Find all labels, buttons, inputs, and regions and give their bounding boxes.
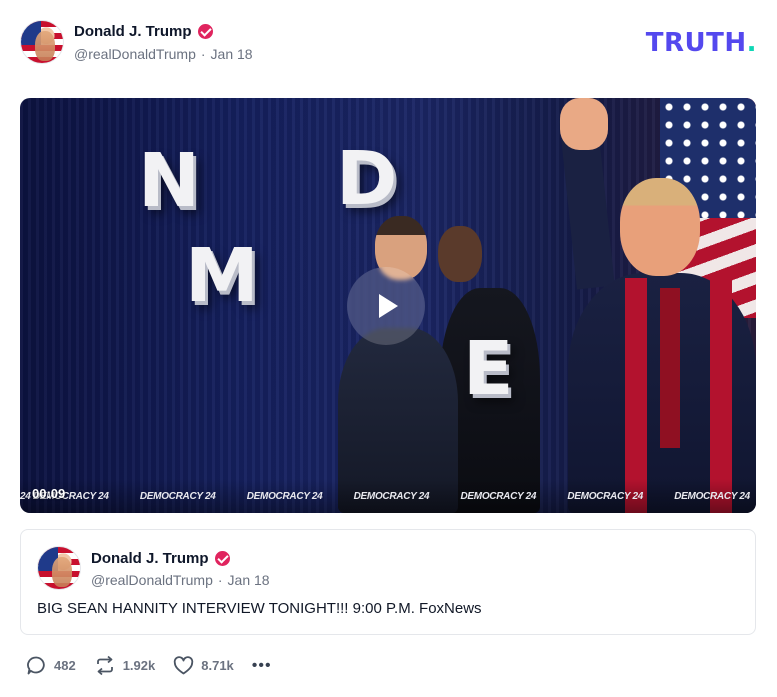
play-icon	[379, 294, 398, 318]
post-actions: 482 1.92k 8.71k •••	[26, 655, 272, 676]
quoted-post-date[interactable]: Jan 18	[228, 572, 270, 588]
quoted-author-name-line: Donald J. Trump	[91, 550, 230, 567]
person-right-head	[620, 178, 700, 276]
truth-logo[interactable]: TRUTH.	[646, 28, 757, 58]
quoted-author-handle[interactable]: @realDonaldTrump	[91, 572, 213, 588]
like-button[interactable]: 8.71k	[173, 655, 234, 676]
democracy-banner: 24 DEMOCRACY 24 DEMOCRACY 24 DEMOCRACY 2…	[20, 479, 756, 513]
handle-separator: ·	[200, 46, 206, 62]
more-dots-icon[interactable]: •••	[252, 657, 272, 675]
post-header: Donald J. Trump @realDonaldTrump · Jan 1…	[20, 20, 757, 66]
author-handle-line: @realDonaldTrump · Jan 18	[74, 46, 253, 62]
author-name-line: Donald J. Trump	[74, 23, 213, 40]
author-avatar[interactable]	[20, 20, 64, 64]
person-right-hand	[560, 98, 608, 150]
banner-text: DEMOCRACY 24	[353, 490, 430, 502]
play-button[interactable]	[347, 267, 425, 345]
person-right-tie	[660, 288, 680, 448]
banner-text: DEMOCRACY 24	[674, 490, 750, 502]
reply-count: 482	[54, 658, 76, 673]
like-count: 8.71k	[201, 658, 234, 673]
banner-text: DEMOCRACY 24	[246, 490, 323, 502]
quoted-author-avatar[interactable]	[37, 546, 81, 590]
brand-text: TRUTH	[645, 28, 747, 58]
stage-letter-m: M	[185, 233, 259, 319]
retruth-button[interactable]: 1.92k	[94, 655, 156, 676]
author-handle[interactable]: @realDonaldTrump	[74, 46, 196, 62]
post-date[interactable]: Jan 18	[211, 46, 253, 62]
stage-letter-e: E	[463, 326, 514, 412]
person-right-scarf-right	[710, 278, 732, 513]
video-duration: 00:09	[32, 486, 66, 501]
person-right-scarf-left	[625, 278, 647, 513]
quoted-post-text: BIG SEAN HANNITY INTERVIEW TONIGHT!!! 9:…	[37, 600, 482, 617]
retruth-arrows-icon	[96, 655, 113, 676]
banner-text: DEMOCRACY 24	[567, 490, 644, 502]
reply-button[interactable]: 482	[26, 655, 76, 676]
verified-badge-icon	[214, 551, 230, 566]
banner-text: DEMOCRACY 24	[460, 490, 537, 502]
verified-badge-icon	[197, 24, 213, 39]
stage-letter-n: N	[138, 138, 200, 224]
quoted-author-name[interactable]: Donald J. Trump	[91, 550, 209, 567]
heart-icon	[174, 655, 194, 674]
brand-dot: .	[746, 28, 757, 58]
person-security-head	[438, 226, 482, 282]
video-player[interactable]: N D M E 24 DEMOCRACY 24 DEMOCRACY 24 DEM…	[20, 98, 756, 513]
stage-letter-d: D	[336, 136, 398, 222]
retruth-count: 1.92k	[122, 658, 156, 673]
banner-text: DEMOCRACY 24	[139, 490, 216, 502]
quoted-handle-separator: ·	[217, 572, 223, 588]
author-name[interactable]: Donald J. Trump	[74, 23, 192, 40]
quoted-post[interactable]: Donald J. Trump @realDonaldTrump · Jan 1…	[20, 529, 756, 635]
reply-bubble-icon	[27, 656, 45, 675]
quoted-author-handle-line: @realDonaldTrump · Jan 18	[91, 572, 270, 588]
